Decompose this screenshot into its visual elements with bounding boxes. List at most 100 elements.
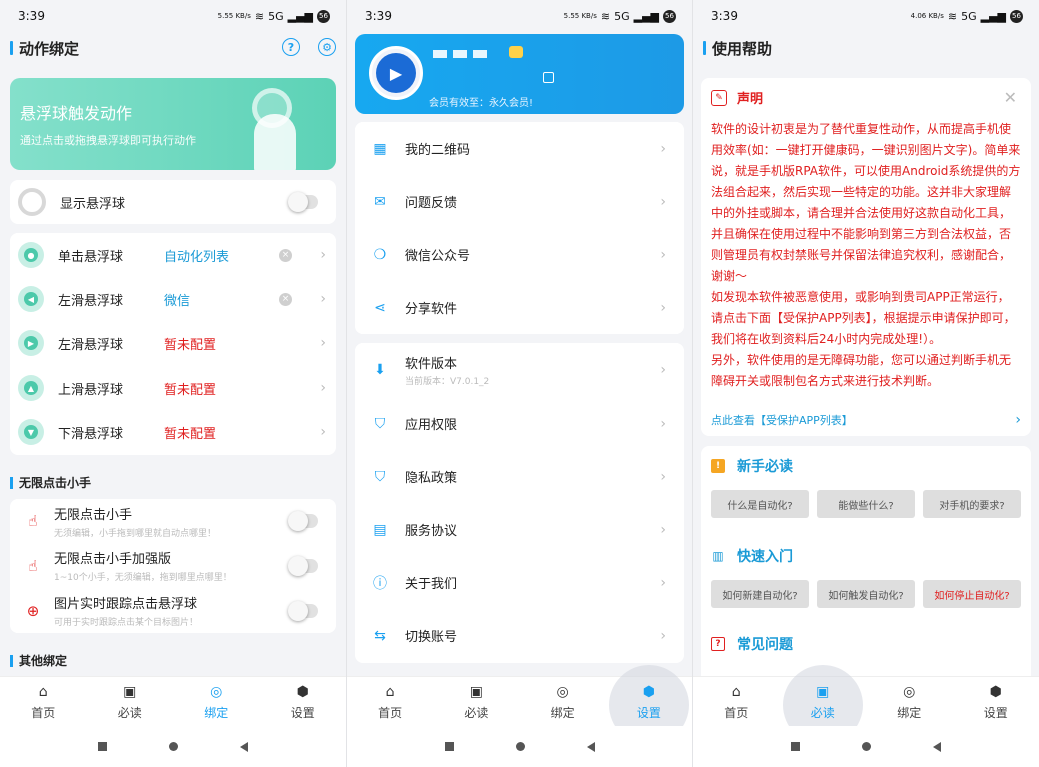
nav-must-read[interactable]: ▣ 必读 (87, 677, 174, 726)
binding-label: 下滑悬浮球 (58, 426, 124, 442)
status-time: 3:39 (365, 9, 392, 23)
clear-icon[interactable]: × (279, 248, 292, 262)
binding-row[interactable]: ◀ 左滑悬浮球 微信 × › (10, 277, 336, 321)
status-icons: 4.06 KB/s ≋ 5G ▂▄▆ 56 (910, 9, 1023, 23)
status-icons: 5.55 KB/s ≋ 5G ▂▄▆ 56 (564, 9, 676, 23)
chevron-right-icon: › (320, 247, 326, 263)
nav-settings[interactable]: ⬢ 设置 (953, 677, 1039, 726)
menu-item-version[interactable]: ⬇ 软件版本 当前版本：V7.0.1_2 › (355, 343, 684, 396)
show-ball-row[interactable]: 显示悬浮球 (10, 180, 336, 224)
topic-chip[interactable]: 如何新建自动化? (711, 580, 809, 608)
chevron-right-icon: › (320, 380, 326, 396)
profile-card[interactable]: ▶ 会员有效至：永久会员! (355, 34, 684, 114)
avatar[interactable]: ▶ (369, 46, 423, 100)
topic-chip[interactable]: 如何触发自动化? (817, 580, 915, 608)
tap-hand-plus-icon: ☝ (28, 556, 38, 575)
disclaimer-text: 另外，软件使用的是无障碍功能，您可以通过判断手机无障碍开关或限制包名方式来进行技… (711, 353, 1012, 388)
topic-chip[interactable]: 对手机的要求? (923, 490, 1021, 518)
binding-value: 暂未配置 (164, 382, 217, 398)
tap-hand-icon: ☝ (28, 512, 38, 530)
notice-icon: ✎ (711, 89, 727, 106)
menu-item-wechat[interactable]: ❍ 微信公众号 › (355, 228, 684, 281)
signal-icon: ▂▄▆ (287, 9, 313, 23)
nav-home[interactable]: ⌂ 首页 (347, 677, 433, 726)
settings-icon: ⬢ (989, 683, 1002, 700)
menu-item-permissions[interactable]: ⛉ 应用权限 › (355, 397, 684, 450)
recent-apps-icon[interactable] (98, 742, 107, 751)
nav-binding[interactable]: ◎ 绑定 (520, 677, 606, 726)
home-button-icon[interactable] (862, 742, 871, 751)
qr-code-icon: ▦ (373, 140, 387, 157)
signal-label: 5G (961, 9, 977, 23)
float-ball-banner: 悬浮球触发动作 通过点击或拖拽悬浮球即可执行动作 (10, 78, 336, 170)
back-icon[interactable] (933, 741, 941, 752)
recent-apps-icon[interactable] (791, 742, 800, 751)
help-screen: 3:39 4.06 KB/s ≋ 5G ▂▄▆ 56 使用帮助 ✎ 声明 ✕ 软… (693, 0, 1039, 767)
show-ball-toggle[interactable] (288, 192, 318, 212)
net-speed: 4.06 KB/s (910, 12, 944, 20)
binding-row[interactable]: ● 单击悬浮球 自动化列表 × › (10, 233, 336, 277)
topic-chip-highlighted[interactable]: 如何停止自动化? (923, 580, 1021, 608)
home-button-icon[interactable] (169, 742, 178, 751)
tap-tool-row[interactable]: ⊕ 图片实时跟踪点击悬浮球 可用于实时跟踪点击某个目标图片！ (10, 588, 336, 633)
chevron-right-icon: › (660, 246, 666, 263)
version-number: 当前版本：V7.0.1_2 (405, 376, 490, 387)
tap-title: 图片实时跟踪点击悬浮球 (54, 597, 198, 612)
back-icon[interactable] (586, 741, 595, 752)
recent-apps-icon[interactable] (444, 742, 454, 751)
nav-must-read[interactable]: ▣ 必读 (433, 677, 519, 726)
chevron-right-icon: › (660, 574, 666, 591)
link-icon: ◎ (210, 683, 223, 700)
link-icon: ◎ (556, 683, 569, 700)
disclaimer-heading: ✎ 声明 (711, 88, 1021, 107)
copy-icon[interactable] (543, 72, 554, 83)
binding-row[interactable]: ▼ 下滑悬浮球 暂未配置 › (10, 410, 336, 454)
chevron-right-icon: › (320, 291, 326, 307)
menu-item-qr[interactable]: ▦ 我的二维码 › (355, 122, 684, 175)
menu-item-privacy[interactable]: ⛉ 隐私政策 › (355, 450, 684, 503)
nav-binding[interactable]: ◎ 绑定 (866, 677, 953, 726)
menu-item-about[interactable]: ⓘ 关于我们 › (355, 556, 684, 609)
nav-home[interactable]: ⌂ 首页 (0, 677, 87, 726)
menu-item-feedback[interactable]: ✉ 问题反馈 › (355, 175, 684, 228)
tap-tool-row[interactable]: ☝ 无限点击小手加强版 1~10个小手，无须编辑，拖到哪里点哪里！ (10, 543, 336, 588)
nav-settings[interactable]: ⬢ 设置 (606, 665, 692, 745)
tap-toggle[interactable] (288, 555, 318, 576)
tap-tool-row[interactable]: ☝ 无限点击小手 无须编辑，小手拖到哪里就自动点哪里！ (10, 499, 336, 543)
help-topics: ! 新手必读 什么是自动化? 能做些什么? 对手机的要求? ▥ 快速入门 如何新… (701, 446, 1031, 686)
nav-must-read[interactable]: ▣ 必读 (780, 665, 867, 745)
clear-icon[interactable]: × (279, 292, 292, 306)
binding-row[interactable]: ▲ 上滑悬浮球 暂未配置 › (10, 366, 336, 410)
protected-app-list-link[interactable]: 点此查看【受保护APP列表】 › (711, 412, 1021, 428)
chevron-right-icon: › (320, 424, 326, 440)
home-button-icon[interactable] (515, 742, 525, 751)
swipe-right-icon: ▶ (18, 330, 44, 356)
topic-chip[interactable]: 能做些什么? (817, 490, 915, 518)
vip-status: 会员有效至：永久会员! (429, 98, 534, 109)
nav-binding[interactable]: ◎ 绑定 (173, 677, 260, 726)
chevron-right-icon: › (660, 361, 666, 378)
system-nav-bar (0, 726, 346, 767)
nav-home[interactable]: ⌂ 首页 (693, 677, 780, 726)
close-icon[interactable]: ✕ (1004, 88, 1017, 107)
book-open-icon: ▥ (712, 549, 724, 563)
status-bar: 3:39 5.55 KB/s ≋ 5G ▂▄▆ 56 (347, 0, 692, 32)
gear-icon[interactable]: ⚙ (318, 38, 336, 56)
tap-gesture-icon: ● (18, 242, 44, 268)
back-icon[interactable] (240, 741, 248, 752)
topic-chip[interactable]: 什么是自动化? (711, 490, 809, 518)
page-header: 动作绑定 ? ⚙ (0, 34, 346, 62)
show-ball-label: 显示悬浮球 (60, 196, 126, 212)
tap-desc: 无须编辑，小手拖到哪里就自动点哪里！ (54, 528, 217, 539)
binding-row[interactable]: ▶ 左滑悬浮球 暂未配置 › (10, 321, 336, 365)
battery-icon: 56 (1010, 9, 1023, 23)
question-icon[interactable]: ? (282, 38, 300, 56)
menu-item-share[interactable]: ⋖ 分享软件 › (355, 281, 684, 334)
wechat-icon: ❍ (373, 246, 387, 263)
nav-settings[interactable]: ⬢ 设置 (260, 677, 347, 726)
book-icon: ▣ (469, 683, 483, 700)
menu-item-terms[interactable]: ▤ 服务协议 › (355, 503, 684, 556)
tap-toggle[interactable] (288, 600, 318, 621)
tap-toggle[interactable] (288, 511, 318, 531)
menu-item-switch-account[interactable]: ⇆ 切换账号 › (355, 609, 684, 662)
